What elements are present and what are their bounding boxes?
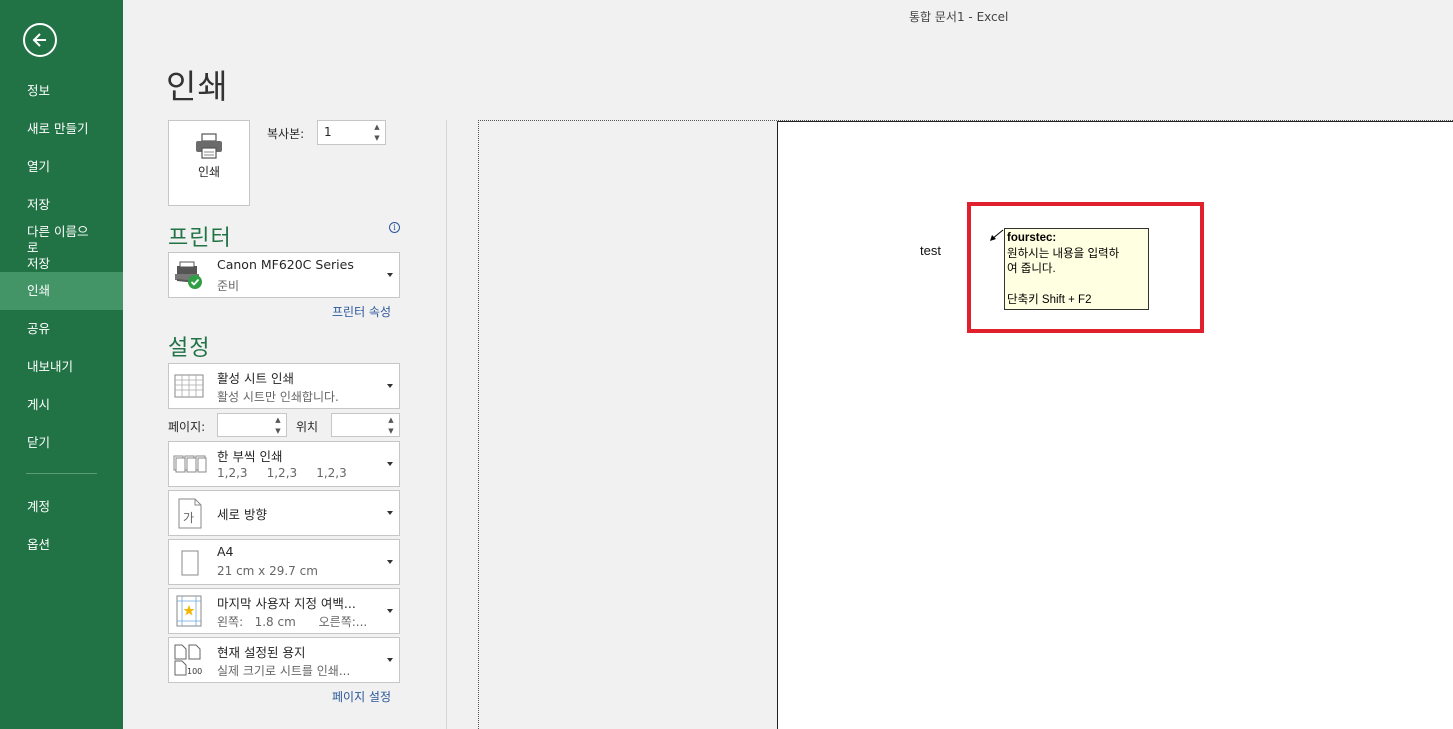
- spin-down-icon[interactable]: ▼: [388, 427, 393, 435]
- nav-item-new[interactable]: 새로 만들기: [0, 110, 123, 148]
- chevron-down-icon: [387, 511, 393, 515]
- highlight-box: [967, 202, 1204, 333]
- scaling-main: 현재 설정된 용지: [217, 645, 306, 660]
- page-title: 인쇄: [166, 67, 229, 106]
- spin-up-icon[interactable]: ▲: [275, 416, 280, 424]
- print-what-sub: 활성 시트만 인쇄합니다.: [217, 390, 339, 404]
- pages-to-input[interactable]: ▲ ▼: [331, 413, 400, 437]
- scaling-sub: 실제 크기로 시트를 인쇄...: [217, 664, 351, 678]
- chevron-down-icon: [387, 384, 393, 388]
- chevron-down-icon: [387, 273, 393, 277]
- nav-item-print[interactable]: 인쇄: [0, 272, 123, 310]
- printer-dropdown[interactable]: Canon MF620C Series 준비: [168, 252, 400, 298]
- print-button[interactable]: 인쇄: [168, 120, 250, 206]
- print-button-label: 인쇄: [197, 165, 221, 179]
- arrow-left-icon: [32, 33, 46, 47]
- paper-size-icon: [181, 550, 199, 576]
- printer-name: Canon MF620C Series: [217, 257, 354, 272]
- chevron-down-icon: [387, 462, 393, 466]
- chevron-down-icon: [387, 609, 393, 613]
- portrait-orientation-icon: 가: [178, 498, 202, 529]
- title-bar: 통합 문서1 - Excel: [123, 0, 1453, 30]
- collate-main: 한 부씩 인쇄: [217, 449, 283, 464]
- back-button[interactable]: [23, 23, 57, 57]
- nav-item-account[interactable]: 계정: [0, 488, 123, 526]
- panel-divider: [446, 120, 447, 729]
- nav-item-export[interactable]: 내보내기: [0, 348, 123, 386]
- nav-item-info[interactable]: 정보: [0, 72, 123, 110]
- nav-item-share[interactable]: 공유: [0, 310, 123, 348]
- paper-size-main: A4: [217, 544, 234, 559]
- settings-heading: 설정: [168, 336, 211, 361]
- printer-properties-link[interactable]: 프린터 속성: [332, 303, 391, 320]
- nav-item-close[interactable]: 닫기: [0, 424, 123, 462]
- copies-value: 1: [324, 125, 332, 139]
- backstage-nav: 정보 새로 만들기 열기 저장 다른 이름으로 저장 인쇄 공유 내보내기 게시…: [0, 72, 123, 564]
- copies-input[interactable]: 1 ▲ ▼: [317, 120, 386, 145]
- svg-text:가: 가: [183, 511, 194, 525]
- scaling-icon: 100: [174, 644, 202, 676]
- collate-icon: [173, 455, 207, 473]
- orientation-main: 세로 방향: [217, 507, 267, 522]
- svg-text:100: 100: [187, 667, 202, 676]
- printer-heading: 프린터: [168, 226, 232, 251]
- margins-main: 마지막 사용자 지정 여백...: [217, 596, 356, 611]
- pages-from-input[interactable]: ▲ ▼: [217, 413, 287, 437]
- nav-divider: [26, 473, 97, 474]
- print-what-main: 활성 시트 인쇄: [217, 371, 294, 386]
- orientation-dropdown[interactable]: 가 세로 방향: [168, 490, 400, 536]
- copies-spinner[interactable]: ▲ ▼: [371, 121, 383, 144]
- chevron-down-icon: [387, 658, 393, 662]
- spin-down-icon[interactable]: ▼: [374, 134, 379, 142]
- sheet-grid-icon: [174, 374, 204, 398]
- spin-down-icon[interactable]: ▼: [275, 427, 280, 435]
- copies-label: 복사본:: [267, 127, 305, 141]
- window-title: 통합 문서1 - Excel: [909, 10, 1009, 24]
- pages-range-row: 페이지: ▲ ▼ 위치 ▲ ▼: [168, 413, 400, 437]
- page-setup-link[interactable]: 페이지 설정: [332, 688, 391, 705]
- collate-sub: 1,2,3 1,2,3 1,2,3: [217, 466, 347, 480]
- pages-label: 페이지:: [168, 420, 206, 434]
- margins-dropdown[interactable]: 마지막 사용자 지정 여백... 왼쪽: 1.8 cm 오른쪽:...: [168, 588, 400, 634]
- printer-icon: [196, 133, 222, 159]
- scaling-dropdown[interactable]: 100 현재 설정된 용지 실제 크기로 시트를 인쇄...: [168, 637, 400, 683]
- nav-item-publish[interactable]: 게시: [0, 386, 123, 424]
- preview-cell-text: test: [920, 243, 941, 258]
- margins-sub: 왼쪽: 1.8 cm 오른쪽:...: [217, 615, 368, 629]
- print-what-dropdown[interactable]: 활성 시트 인쇄 활성 시트만 인쇄합니다.: [168, 363, 400, 409]
- nav-item-options[interactable]: 옵션: [0, 526, 123, 564]
- nav-item-save-as[interactable]: 다른 이름으로 저장: [0, 224, 123, 272]
- info-icon[interactable]: i: [389, 222, 400, 233]
- spin-up-icon[interactable]: ▲: [374, 123, 379, 131]
- pages-from-spinner[interactable]: ▲ ▼: [272, 414, 284, 436]
- printer-status: 준비: [217, 279, 240, 293]
- paper-size-sub: 21 cm x 29.7 cm: [217, 564, 318, 578]
- printer-ready-icon: [175, 261, 202, 289]
- collate-dropdown[interactable]: 한 부씩 인쇄 1,2,3 1,2,3 1,2,3: [168, 441, 400, 487]
- margins-icon: [176, 595, 202, 627]
- backstage-sidebar: 정보 새로 만들기 열기 저장 다른 이름으로 저장 인쇄 공유 내보내기 게시…: [0, 0, 123, 729]
- pages-to-label: 위치: [296, 420, 319, 434]
- nav-item-open[interactable]: 열기: [0, 148, 123, 186]
- spin-up-icon[interactable]: ▲: [388, 416, 393, 424]
- paper-size-dropdown[interactable]: A4 21 cm x 29.7 cm: [168, 539, 400, 585]
- chevron-down-icon: [387, 560, 393, 564]
- nav-item-save[interactable]: 저장: [0, 186, 123, 224]
- pages-to-spinner[interactable]: ▲ ▼: [385, 414, 397, 436]
